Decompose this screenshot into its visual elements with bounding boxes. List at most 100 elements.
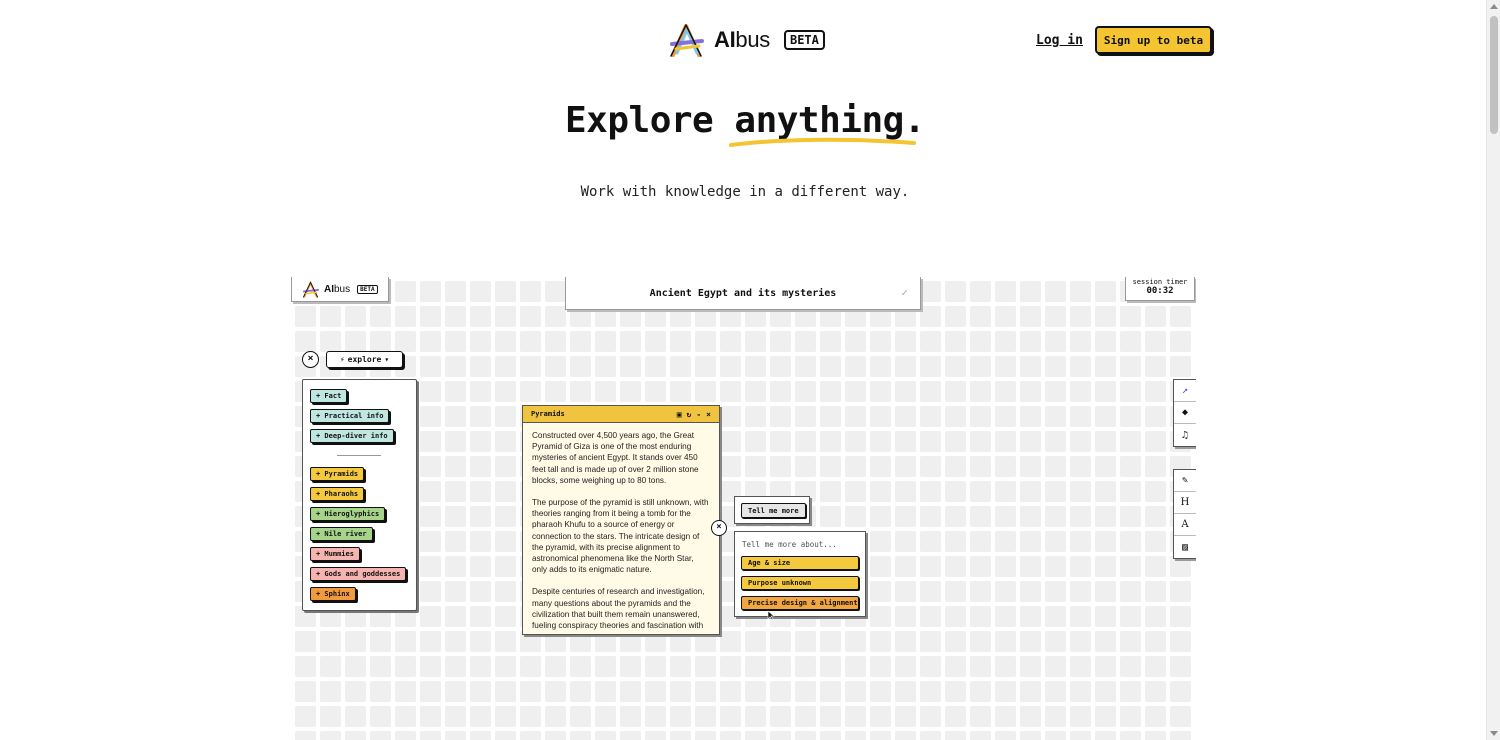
grid-cell	[570, 731, 591, 740]
grid-cell	[395, 306, 416, 327]
grid-cell	[345, 656, 366, 677]
grid-cell	[945, 431, 966, 452]
grid-cell	[895, 381, 916, 402]
grid-cell	[520, 656, 541, 677]
pyramids-card: Pyramids ▣ ↻ - × Constructed over 4,500 …	[522, 405, 720, 635]
grid-cell	[295, 331, 316, 352]
chip-nile-river[interactable]: + Nile river	[310, 527, 373, 541]
grid-cell	[1020, 431, 1041, 452]
grid-cell	[995, 706, 1016, 727]
chip-pyramids[interactable]: + Pyramids	[310, 467, 365, 481]
grid-cell	[395, 631, 416, 652]
grid-cell	[395, 681, 416, 702]
grid-cell	[1120, 706, 1141, 727]
grid-cell	[645, 731, 666, 740]
chip-sphinx[interactable]: + Sphinx	[310, 587, 356, 601]
grid-cell	[995, 556, 1016, 577]
login-link[interactable]: Log in	[1036, 33, 1083, 48]
grid-cell	[670, 706, 691, 727]
option-age-size[interactable]: Age & size	[741, 556, 859, 570]
grid-cell	[1120, 481, 1141, 502]
check-icon[interactable]: ✓	[901, 286, 908, 299]
grid-cell	[820, 331, 841, 352]
grid-cell	[995, 281, 1016, 302]
hero-title: Explore anything.	[0, 100, 1490, 147]
grid-cell	[870, 531, 891, 552]
grid-cell	[1020, 631, 1041, 652]
share-icon[interactable]: ↗	[1174, 380, 1196, 402]
grid-cell	[1045, 356, 1066, 377]
close-explore-icon[interactable]: ×	[302, 351, 319, 368]
grid-cell	[1145, 506, 1166, 527]
grid-cell	[470, 531, 491, 552]
grid-cell	[1120, 556, 1141, 577]
scrollbar-thumb[interactable]	[1490, 16, 1498, 134]
signup-beta-button[interactable]: Sign up to beta	[1095, 26, 1212, 54]
grid-cell	[1120, 631, 1141, 652]
grid-cell	[770, 706, 791, 727]
chip-deep-diver-info[interactable]: + Deep-diver info	[310, 429, 394, 443]
grid-cell	[1145, 706, 1166, 727]
scroll-down-arrow-icon[interactable]	[1490, 731, 1498, 736]
picture-icon[interactable]: ▨	[1174, 536, 1196, 558]
grid-cell	[1045, 506, 1066, 527]
grid-cell	[1045, 581, 1066, 602]
chip-gods-and-goddesses[interactable]: + Gods and goddesses	[310, 567, 407, 581]
tell-me-more-button[interactable]: Tell me more	[741, 503, 806, 518]
site-logo[interactable]: AIbus BETA	[668, 22, 825, 58]
minimize-icon[interactable]: -	[696, 410, 701, 419]
close-card-branch-icon[interactable]: ×	[711, 520, 727, 536]
grid-cell	[870, 381, 891, 402]
grid-cell	[545, 706, 566, 727]
grid-cell	[845, 481, 866, 502]
grid-cell	[370, 656, 391, 677]
eraser-icon[interactable]: ◆	[1174, 402, 1196, 424]
option-precise-design[interactable]: Precise design & alignment	[741, 596, 859, 610]
grid-cell	[1170, 656, 1191, 677]
grid-cell	[995, 381, 1016, 402]
text-icon[interactable]: A	[1174, 514, 1196, 536]
grid-cell	[1095, 506, 1116, 527]
grid-cell	[920, 631, 941, 652]
music-icon[interactable]: ♫	[1174, 424, 1196, 446]
grid-cell	[370, 306, 391, 327]
grid-cell	[620, 681, 641, 702]
magic-wand-icon[interactable]: ✎	[1174, 470, 1196, 492]
hero-title-plain: Explore	[565, 100, 714, 141]
option-purpose-unknown[interactable]: Purpose unknown	[741, 576, 859, 590]
grid-cell	[1020, 556, 1041, 577]
grid-cell	[370, 731, 391, 740]
grid-cell	[920, 306, 941, 327]
grid-cell	[1070, 356, 1091, 377]
heading-icon[interactable]: H	[1174, 492, 1196, 514]
card-paragraph: The purpose of the pyramid is still unkn…	[532, 498, 709, 575]
chip-mummies[interactable]: + Mummies	[310, 547, 360, 561]
scroll-up-arrow-icon[interactable]	[1490, 4, 1498, 9]
grid-cell	[1145, 656, 1166, 677]
grid-cell	[1070, 506, 1091, 527]
grid-cell	[970, 356, 991, 377]
grid-cell	[870, 581, 891, 602]
chip-hieroglyphics[interactable]: + Hieroglyphics	[310, 507, 386, 521]
grid-cell	[995, 656, 1016, 677]
grid-cell	[1070, 706, 1091, 727]
grid-cell	[470, 631, 491, 652]
grid-cell	[845, 456, 866, 477]
explore-dropdown[interactable]: ⚡ explore ▾	[326, 351, 403, 368]
grid-cell	[995, 356, 1016, 377]
chip-fact[interactable]: + Fact	[310, 389, 348, 403]
grid-cell	[1120, 681, 1141, 702]
grid-cell	[1070, 531, 1091, 552]
chip-pharaohs[interactable]: + Pharaohs	[310, 487, 365, 501]
grid-cell	[320, 706, 341, 727]
grid-cell	[570, 681, 591, 702]
grid-cell	[470, 431, 491, 452]
grid-cell	[445, 406, 466, 427]
image-icon[interactable]: ▣	[677, 410, 682, 419]
topic-input[interactable]: Ancient Egypt and its mysteries ✓	[565, 277, 921, 310]
refresh-icon[interactable]: ↻	[687, 410, 692, 419]
chip-practical-info[interactable]: + Practical info	[310, 409, 390, 423]
grid-cell	[1070, 481, 1091, 502]
close-icon[interactable]: ×	[706, 410, 711, 419]
grid-cell	[920, 506, 941, 527]
